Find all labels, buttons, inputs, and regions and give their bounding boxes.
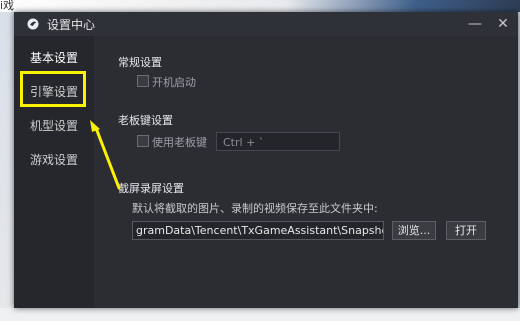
autostart-label: 开机启动 <box>152 76 196 89</box>
screenshot-settings-title: 截屏录屏设置 <box>118 182 184 195</box>
desktop-background-bottom <box>0 308 520 321</box>
window-title: 设置中心 <box>47 18 96 32</box>
settings-dialog: 设置中心 — ✕ 基本设置 引擎设置 机型设置 游戏设置 常规设置 开机启动 老… <box>14 12 518 308</box>
boss-key-checkbox[interactable] <box>137 135 149 147</box>
title-bar[interactable]: 设置中心 — ✕ <box>14 12 518 36</box>
desktop-background-top: i戏 <box>0 0 520 12</box>
boss-key-settings-title: 老板键设置 <box>118 114 173 127</box>
boss-key-hotkey-input[interactable]: Ctrl + ` <box>216 132 340 151</box>
general-settings-title: 常规设置 <box>118 56 162 69</box>
open-folder-button[interactable]: 打开 <box>446 221 486 240</box>
sidebar-item-basic-settings[interactable]: 基本设置 <box>14 44 94 72</box>
autostart-checkbox[interactable] <box>137 75 149 87</box>
highlight-box-annotation <box>20 71 86 107</box>
boss-key-label: 使用老板键 <box>152 136 207 149</box>
app-logo-icon <box>27 18 39 30</box>
save-path-field[interactable]: gramData\Tencent\TxGameAssistant\Snapsho… <box>132 221 384 240</box>
close-button[interactable]: ✕ <box>494 15 512 33</box>
minimize-button[interactable]: — <box>466 15 484 33</box>
sidebar-item-device-model-settings[interactable]: 机型设置 <box>14 112 94 140</box>
desktop-background-left <box>0 12 14 321</box>
save-folder-description: 默认将截取的图片、录制的视频保存至此文件夹中: <box>132 202 378 215</box>
browse-button[interactable]: 浏览... <box>392 221 436 240</box>
sidebar-item-game-settings[interactable]: 游戏设置 <box>14 146 94 174</box>
